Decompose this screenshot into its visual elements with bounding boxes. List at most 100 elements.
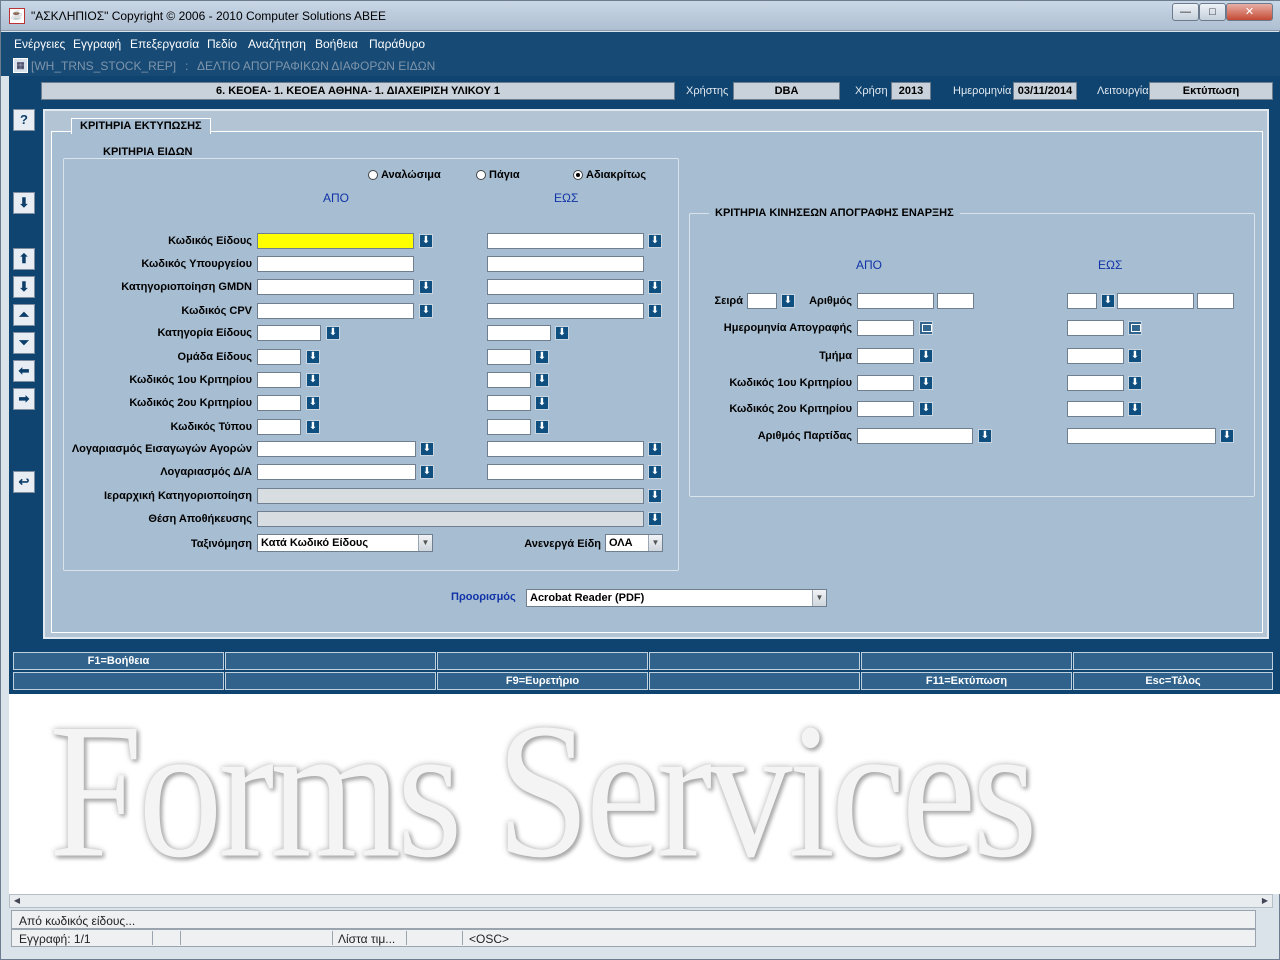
batch-number-from-input[interactable] [857,428,973,444]
fkey-f1-help[interactable]: F1=Βοήθεια [13,652,224,670]
series-from-input[interactable] [747,293,777,309]
item-group-to-lov-icon[interactable]: ⬇ [535,350,549,364]
sort-select[interactable]: Κατά Κωδικό Είδους ▼ [257,534,433,552]
type-code-from-lov-icon[interactable]: ⬇ [306,420,320,434]
menu-field[interactable]: Πεδίο [207,37,237,51]
horizontal-scrollbar[interactable]: ◀ ▶ [9,894,1273,908]
fkey-r1-5[interactable] [861,652,1072,670]
menu-search[interactable]: Αναζήτηση [248,37,306,51]
fkey-r1-6[interactable] [1073,652,1273,670]
calendar-icon[interactable] [1128,321,1142,335]
cpv-from-input[interactable] [257,303,414,319]
item-group-from-input[interactable] [257,349,301,365]
undo-button[interactable]: ↩ [13,471,35,493]
department-from-lov-icon[interactable]: ⬇ [919,349,933,363]
prev-record-button[interactable]: ⏶ [13,304,35,326]
radio-all[interactable] [573,170,583,180]
help-button[interactable]: ? [13,109,35,131]
criterion2-to-input[interactable] [487,395,531,411]
fkey-r1-2[interactable] [225,652,436,670]
scroll-right-icon[interactable]: ▶ [1258,895,1272,907]
batch-number-to-input[interactable] [1067,428,1216,444]
moves-criterion2-to-input[interactable] [1067,401,1124,417]
item-code-from-input[interactable] [257,233,414,249]
moves-criterion1-from-lov-icon[interactable]: ⬇ [919,376,933,390]
menu-actions[interactable]: Ενέργειες [14,37,65,51]
radio-fixed-assets[interactable] [476,170,486,180]
criterion2-from-input[interactable] [257,395,301,411]
menu-record[interactable]: Εγγραφή [73,37,121,51]
purchase-account-to-lov-icon[interactable]: ⬇ [648,442,662,456]
department-to-input[interactable] [1067,348,1124,364]
gmdn-to-lov-icon[interactable]: ⬇ [648,280,662,294]
next-record-button[interactable]: ⏷ [13,332,35,354]
first-record-button[interactable]: ⬆ [13,248,35,270]
inactive-items-select[interactable]: ΟΛΑ ▼ [605,534,663,552]
cpv-to-lov-icon[interactable]: ⬇ [648,304,662,318]
series-to-input[interactable] [1067,293,1097,309]
calendar-icon[interactable] [919,321,933,335]
da-account-to-lov-icon[interactable]: ⬇ [648,465,662,479]
moves-criterion2-to-lov-icon[interactable]: ⬇ [1128,402,1142,416]
menu-edit[interactable]: Επεξεργασία [130,37,199,51]
type-code-to-input[interactable] [487,419,531,435]
ministry-code-to-input[interactable] [487,256,644,272]
number-from-input[interactable] [857,293,934,309]
storage-location-lov-icon[interactable]: ⬇ [648,512,662,526]
cpv-to-input[interactable] [487,303,644,319]
radio-consumables[interactable] [368,170,378,180]
number-from-suffix-input[interactable] [937,293,974,309]
hierarchy-lov-icon[interactable]: ⬇ [648,489,662,503]
gmdn-to-input[interactable] [487,279,644,295]
gmdn-from-input[interactable] [257,279,414,295]
criterion1-to-input[interactable] [487,372,531,388]
number-to-input[interactable] [1117,293,1194,309]
criterion1-to-lov-icon[interactable]: ⬇ [535,373,549,387]
moves-criterion2-from-lov-icon[interactable]: ⬇ [919,402,933,416]
department-from-input[interactable] [857,348,914,364]
ministry-code-from-input[interactable] [257,256,414,272]
item-category-from-lov-icon[interactable]: ⬇ [326,326,340,340]
prev-block-button[interactable]: ⬅ [13,360,35,382]
last-record-button[interactable]: ⬇ [13,276,35,298]
close-window-button[interactable]: ✕ [1226,3,1273,21]
next-block-button[interactable]: ➡ [13,388,35,410]
moves-criterion1-to-lov-icon[interactable]: ⬇ [1128,376,1142,390]
batch-number-from-lov-icon[interactable]: ⬇ [978,429,992,443]
item-code-to-lov-icon[interactable]: ⬇ [648,234,662,248]
da-account-from-lov-icon[interactable]: ⬇ [420,465,434,479]
storage-location-input[interactable] [257,511,644,527]
criterion1-from-input[interactable] [257,372,301,388]
item-group-to-input[interactable] [487,349,531,365]
criterion1-from-lov-icon[interactable]: ⬇ [306,373,320,387]
purchase-account-from-lov-icon[interactable]: ⬇ [420,442,434,456]
type-code-to-lov-icon[interactable]: ⬇ [535,420,549,434]
fkey-r1-4[interactable] [649,652,860,670]
moves-criterion1-to-input[interactable] [1067,375,1124,391]
destination-select[interactable]: Acrobat Reader (PDF) ▼ [526,589,827,607]
item-group-from-lov-icon[interactable]: ⬇ [306,350,320,364]
scroll-left-icon[interactable]: ◀ [10,895,24,907]
da-account-to-input[interactable] [487,464,644,480]
hierarchy-input[interactable] [257,488,644,504]
inventory-date-from-input[interactable] [857,320,914,336]
criterion2-from-lov-icon[interactable]: ⬇ [306,396,320,410]
series-to-lov-icon[interactable]: ⬇ [1101,294,1115,308]
da-account-from-input[interactable] [257,464,416,480]
item-category-to-input[interactable] [487,325,551,341]
tab-print-criteria[interactable]: ΚΡΙΤΗΡΙΑ ΕΚΤΥΠΩΣΗΣ [71,118,211,134]
series-from-lov-icon[interactable]: ⬇ [781,294,795,308]
download-button[interactable]: ⬇ [13,192,35,214]
inventory-date-to-input[interactable] [1067,320,1124,336]
department-to-lov-icon[interactable]: ⬇ [1128,349,1142,363]
item-code-from-lov-icon[interactable]: ⬇ [419,234,433,248]
fkey-r1-3[interactable] [437,652,648,670]
item-category-to-lov-icon[interactable]: ⬇ [555,326,569,340]
maximize-button[interactable]: □ [1199,3,1226,21]
batch-number-to-lov-icon[interactable]: ⬇ [1220,429,1234,443]
number-to-suffix-input[interactable] [1197,293,1234,309]
item-category-from-input[interactable] [257,325,321,341]
purchase-account-to-input[interactable] [487,441,644,457]
minimize-button[interactable]: — [1172,3,1199,21]
fkey-esc-exit[interactable]: Esc=Τέλος [1073,672,1273,690]
